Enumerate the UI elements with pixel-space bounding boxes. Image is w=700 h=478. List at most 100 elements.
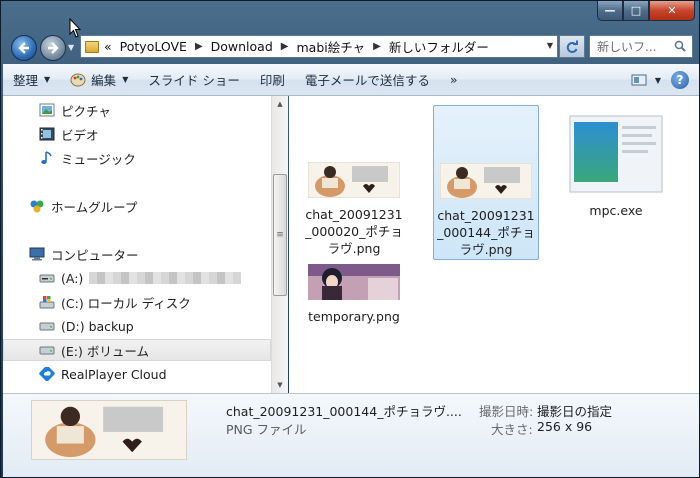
arrow-left-icon xyxy=(18,42,29,54)
more-commands-button[interactable]: » xyxy=(440,64,468,95)
view-dropdown-icon[interactable]: ▼ xyxy=(655,76,661,85)
search-placeholder: 新しいフ... xyxy=(597,40,657,54)
email-label: 電子メールで送信する xyxy=(304,73,430,88)
chevron-down-icon: ▼ xyxy=(122,75,129,84)
details-pane: chat_20091231_000144_ポチョラヴ.... PNG ファイル … xyxy=(3,393,699,477)
file-item[interactable]: temporary.png xyxy=(301,264,407,325)
view-options-icon[interactable] xyxy=(631,73,647,87)
chevron-right-icon[interactable]: ▶ xyxy=(195,41,203,52)
address-bar[interactable]: « PotyoLOVE ▶ Download ▶ mabi絵チャ ▶ 新しいフォ… xyxy=(80,35,558,58)
chevron-right-icon[interactable]: ▶ xyxy=(281,41,289,52)
hard-drive-icon xyxy=(39,346,55,355)
detail-size-label: 大きさ: xyxy=(491,422,533,437)
detail-date-label: 撮影日時: xyxy=(479,404,534,419)
navigation-scrollbar[interactable]: ▲ ≡ ▼ xyxy=(271,96,288,393)
more-label: » xyxy=(449,72,458,87)
nav-label: ピクチャ xyxy=(61,103,111,119)
back-button[interactable] xyxy=(11,35,37,61)
arrow-right-icon xyxy=(48,42,59,54)
nav-label: ミュージック xyxy=(61,151,136,167)
chevron-right-icon[interactable]: ▶ xyxy=(373,41,381,52)
slideshow-label: スライド ショー xyxy=(148,73,240,88)
email-button[interactable]: 電子メールで送信する xyxy=(295,64,440,95)
homegroup-icon xyxy=(30,200,44,213)
breadcrumb-overflow[interactable]: « xyxy=(104,39,112,54)
nav-item-drive-e[interactable]: (E:) ボリューム xyxy=(3,339,271,361)
search-icon xyxy=(674,40,686,52)
nav-item-drive-d[interactable]: (D:) backup xyxy=(3,315,271,337)
help-button[interactable]: ? xyxy=(671,71,689,89)
scroll-down-icon[interactable]: ▼ xyxy=(272,377,288,393)
nav-label: RealPlayer Cloud xyxy=(61,366,167,382)
command-bar: 整理 ▼ 編集 ▼ スライド ショー 印刷 電子メールで送信する » ▼ ? xyxy=(3,64,699,96)
recent-pages-dropdown-icon[interactable]: ▼ xyxy=(68,43,80,55)
navigation-pane: ピクチャ ビデオ ミュージック ホームグループ コンピューター (A:) (C:… xyxy=(3,96,271,393)
nav-label: ビデオ xyxy=(61,127,99,143)
close-button[interactable]: ✕ xyxy=(649,1,695,21)
breadcrumb-item[interactable]: PotyoLOVE xyxy=(120,39,187,54)
hard-drive-icon xyxy=(39,322,55,331)
nav-label: (E:) ボリューム xyxy=(61,343,149,359)
nav-label: コンピューター xyxy=(51,247,139,263)
maximize-button[interactable]: □ xyxy=(623,1,649,21)
command-bar-right: ▼ ? xyxy=(631,64,695,96)
slideshow-button[interactable]: スライド ショー xyxy=(138,64,249,95)
file-item[interactable]: chat_20091231_000020_ポチョラヴ.png xyxy=(301,161,407,257)
print-label: 印刷 xyxy=(259,73,285,88)
scroll-up-icon[interactable]: ▲ xyxy=(272,96,288,112)
nav-item-realplayer[interactable]: RealPlayer Cloud xyxy=(3,363,271,385)
file-item[interactable]: mpc.exe xyxy=(563,114,669,219)
file-name: chat_20091231_000020_ポチョラヴ.png xyxy=(305,207,403,256)
file-name: temporary.png xyxy=(308,309,400,324)
selected-file-preview xyxy=(31,400,187,460)
organize-menu[interactable]: 整理 ▼ xyxy=(3,64,60,95)
forward-button[interactable] xyxy=(40,35,66,61)
edit-label: 編集 xyxy=(91,73,117,88)
search-input[interactable]: 新しいフ... xyxy=(589,35,693,58)
detail-size-value: 256 x 96 xyxy=(537,419,593,434)
breadcrumb-item[interactable]: 新しいフォルダー xyxy=(389,37,489,56)
minimize-button[interactable]: — xyxy=(597,1,623,21)
music-note-icon xyxy=(41,151,52,164)
file-item-selected[interactable]: chat_20091231_000144_ポチョラヴ.png xyxy=(433,105,539,260)
print-button[interactable]: 印刷 xyxy=(250,64,295,95)
scrollbar-thumb[interactable]: ≡ xyxy=(273,174,287,296)
nav-label: (D:) backup xyxy=(61,318,134,334)
detail-file-type: PNG ファイル xyxy=(226,422,307,437)
image-thumbnail xyxy=(308,264,400,300)
file-name: chat_20091231_000144_ポチョラヴ.png xyxy=(437,208,535,257)
edit-menu[interactable]: 編集 ▼ xyxy=(60,64,138,95)
file-name: mpc.exe xyxy=(589,203,643,218)
window-controls: — □ ✕ xyxy=(597,1,695,21)
nav-label: ホームグループ xyxy=(51,199,138,215)
realplayer-cloud-icon xyxy=(39,367,55,381)
organize-label: 整理 xyxy=(13,73,39,88)
pictures-icon xyxy=(39,103,55,117)
nav-item-pictures[interactable]: ピクチャ xyxy=(3,99,271,121)
nav-item-drive-a[interactable]: (A:) xyxy=(3,267,271,289)
image-thumbnail xyxy=(439,162,533,200)
refresh-button[interactable] xyxy=(559,35,585,58)
windows-drive-icon xyxy=(39,296,55,309)
detail-date-value[interactable]: 撮影日の指定 xyxy=(537,401,612,420)
video-icon xyxy=(39,127,55,141)
exe-preview-thumbnail xyxy=(569,115,663,193)
detail-file-name: chat_20091231_000144_ポチョラヴ.... xyxy=(226,404,462,419)
image-thumbnail xyxy=(307,161,401,199)
nav-item-homegroup[interactable]: ホームグループ xyxy=(3,195,271,217)
floppy-drive-icon xyxy=(39,274,55,283)
nav-label: (C:) ローカル ディスク xyxy=(61,295,191,311)
folder-icon xyxy=(85,40,99,53)
address-dropdown-icon[interactable]: ▼ xyxy=(547,41,553,50)
chevron-down-icon: ▼ xyxy=(44,75,51,84)
breadcrumb-item[interactable]: Download xyxy=(211,39,273,54)
nav-item-videos[interactable]: ビデオ xyxy=(3,123,271,145)
nav-item-music[interactable]: ミュージック xyxy=(3,147,271,169)
nav-item-computer[interactable]: コンピューター xyxy=(3,243,271,265)
nav-label: (A:) xyxy=(61,270,84,286)
computer-icon xyxy=(29,247,45,261)
nav-item-drive-c[interactable]: (C:) ローカル ディスク xyxy=(3,291,271,313)
breadcrumb-item[interactable]: mabi絵チャ xyxy=(296,37,365,56)
explorer-window: — □ ✕ ▼ « PotyoLOVE ▶ Download ▶ mabi絵チャ… xyxy=(0,0,700,478)
redacted-label xyxy=(89,272,242,284)
